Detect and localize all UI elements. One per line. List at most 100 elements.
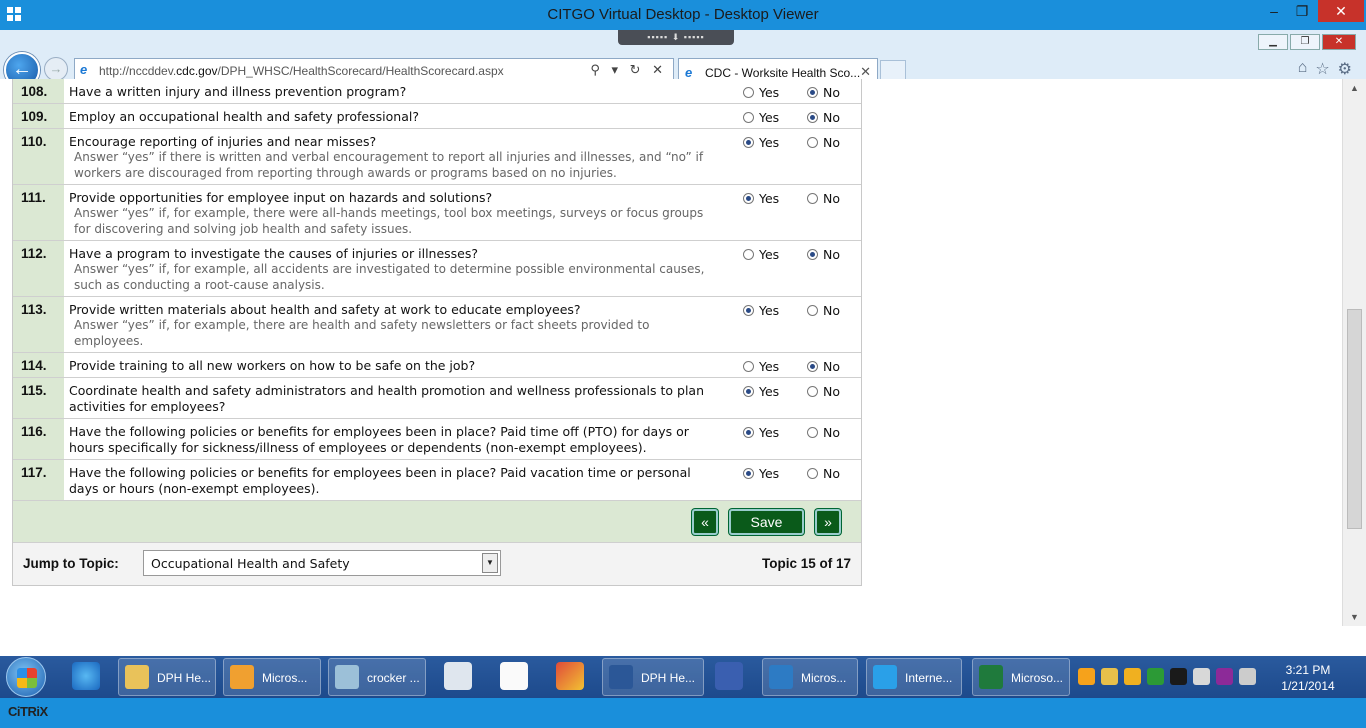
- app-icon[interactable]: [556, 662, 584, 690]
- yes-radio[interactable]: [743, 386, 754, 397]
- yes-option[interactable]: Yes: [743, 303, 783, 318]
- no-label: No: [823, 425, 840, 440]
- clock[interactable]: 3:21 PM 1/21/2014: [1278, 662, 1338, 694]
- yes-option[interactable]: Yes: [743, 466, 783, 481]
- no-radio[interactable]: [807, 361, 818, 372]
- browser-close-button[interactable]: ✕: [1322, 34, 1356, 50]
- yes-radio[interactable]: [743, 193, 754, 204]
- browser-restore-button[interactable]: ❐: [1290, 34, 1320, 50]
- no-option[interactable]: No: [807, 425, 847, 440]
- tray-icon[interactable]: [1147, 668, 1164, 685]
- taskbar-item[interactable]: DPH He...: [602, 658, 704, 696]
- taskbar-item[interactable]: Microso...: [972, 658, 1070, 696]
- yes-radio[interactable]: [743, 468, 754, 479]
- no-option[interactable]: No: [807, 85, 847, 100]
- no-radio[interactable]: [807, 386, 818, 397]
- document-icon[interactable]: [500, 662, 528, 690]
- question-number: 111.: [13, 185, 64, 240]
- question-text: Provide opportunities for employee input…: [69, 190, 493, 205]
- tray-icon[interactable]: [1170, 668, 1187, 685]
- viewer-close-button[interactable]: ✕: [1318, 0, 1364, 22]
- forward-button[interactable]: →: [44, 57, 68, 81]
- no-radio[interactable]: [807, 468, 818, 479]
- tray-icon[interactable]: [1193, 668, 1210, 685]
- yes-label: Yes: [759, 466, 780, 481]
- question-note: Answer “yes” if there is written and ver…: [74, 150, 704, 180]
- tray-icon[interactable]: [1124, 668, 1141, 685]
- yes-option[interactable]: Yes: [743, 247, 783, 262]
- no-label: No: [823, 191, 840, 206]
- taskbar-item[interactable]: crocker ...: [328, 658, 426, 696]
- yes-option[interactable]: Yes: [743, 110, 783, 125]
- yes-radio[interactable]: [743, 249, 754, 260]
- yes-radio[interactable]: [743, 87, 754, 98]
- yes-radio[interactable]: [743, 361, 754, 372]
- yes-option[interactable]: Yes: [743, 384, 783, 399]
- no-option[interactable]: No: [807, 466, 847, 481]
- question-text: Have the following policies or benefits …: [69, 424, 689, 455]
- yes-option[interactable]: Yes: [743, 359, 783, 374]
- no-radio[interactable]: [807, 87, 818, 98]
- save-button[interactable]: Save: [729, 509, 804, 535]
- no-radio[interactable]: [807, 305, 818, 316]
- no-option[interactable]: No: [807, 135, 847, 150]
- chevron-down-icon[interactable]: ▼: [482, 553, 498, 573]
- tab-close-icon[interactable]: ✕: [860, 64, 871, 80]
- no-radio[interactable]: [807, 427, 818, 438]
- taskbar-item[interactable]: Micros...: [223, 658, 321, 696]
- no-radio[interactable]: [807, 137, 818, 148]
- star-icon[interactable]: ☆: [1315, 59, 1329, 79]
- tray-icon[interactable]: [1216, 668, 1233, 685]
- yes-option[interactable]: Yes: [743, 425, 783, 440]
- home-icon[interactable]: ⌂: [1298, 59, 1308, 79]
- taskbar-item-label: crocker ...: [367, 671, 420, 685]
- no-option[interactable]: No: [807, 359, 847, 374]
- yes-option[interactable]: Yes: [743, 135, 783, 150]
- taskbar-item[interactable]: DPH He...: [118, 658, 216, 696]
- question-text: Have a written injury and illness preven…: [69, 84, 407, 99]
- calculator-icon[interactable]: [444, 662, 472, 690]
- yes-option[interactable]: Yes: [743, 85, 783, 100]
- no-option[interactable]: No: [807, 384, 847, 399]
- back-arrow-icon: ←: [12, 58, 32, 80]
- taskbar-item[interactable]: Micros...: [762, 658, 858, 696]
- question-text: Provide training to all new workers on h…: [69, 358, 476, 373]
- tray-icon[interactable]: [1101, 668, 1118, 685]
- visio-icon[interactable]: [715, 662, 743, 690]
- viewer-minimize-button[interactable]: –: [1260, 0, 1288, 22]
- tab-ie-icon: e: [685, 65, 693, 80]
- next-topic-button[interactable]: »: [815, 509, 841, 535]
- tray-icon[interactable]: [1239, 668, 1256, 685]
- no-option[interactable]: No: [807, 191, 847, 206]
- page-scrollbar[interactable]: ▲ ▼: [1342, 79, 1366, 626]
- yes-radio[interactable]: [743, 305, 754, 316]
- scroll-up-icon[interactable]: ▲: [1350, 83, 1359, 93]
- browser-minimize-button[interactable]: ▁: [1258, 34, 1288, 50]
- no-radio[interactable]: [807, 193, 818, 204]
- question-number: 115.: [13, 378, 64, 418]
- tray-icon[interactable]: [1078, 668, 1095, 685]
- topic-select[interactable]: Occupational Health and Safety ▼: [143, 550, 501, 576]
- viewer-restore-button[interactable]: ❐: [1288, 0, 1316, 22]
- address-tools-icons[interactable]: ⚲ ▾ ↻ ✕: [590, 62, 667, 78]
- scroll-thumb[interactable]: [1347, 309, 1362, 529]
- topic-select-value: Occupational Health and Safety: [151, 556, 350, 571]
- citrix-toolbar-handle[interactable]: ▪▪▪▪▪ ⬇ ▪▪▪▪▪: [618, 30, 734, 45]
- scroll-down-icon[interactable]: ▼: [1350, 612, 1359, 622]
- yes-radio[interactable]: [743, 137, 754, 148]
- taskbar-item[interactable]: Interne...: [866, 658, 962, 696]
- no-option[interactable]: No: [807, 247, 847, 262]
- start-button[interactable]: [6, 657, 46, 697]
- no-label: No: [823, 384, 840, 399]
- no-radio[interactable]: [807, 112, 818, 123]
- previous-topic-button[interactable]: «: [692, 509, 718, 535]
- no-option[interactable]: No: [807, 110, 847, 125]
- yes-radio[interactable]: [743, 427, 754, 438]
- yes-option[interactable]: Yes: [743, 191, 783, 206]
- no-radio[interactable]: [807, 249, 818, 260]
- gear-icon[interactable]: ⚙: [1338, 59, 1352, 79]
- ie-pinned-icon[interactable]: [72, 662, 100, 690]
- yes-radio[interactable]: [743, 112, 754, 123]
- no-option[interactable]: No: [807, 303, 847, 318]
- question-row: 109. Employ an occupational health and sa…: [13, 104, 861, 129]
